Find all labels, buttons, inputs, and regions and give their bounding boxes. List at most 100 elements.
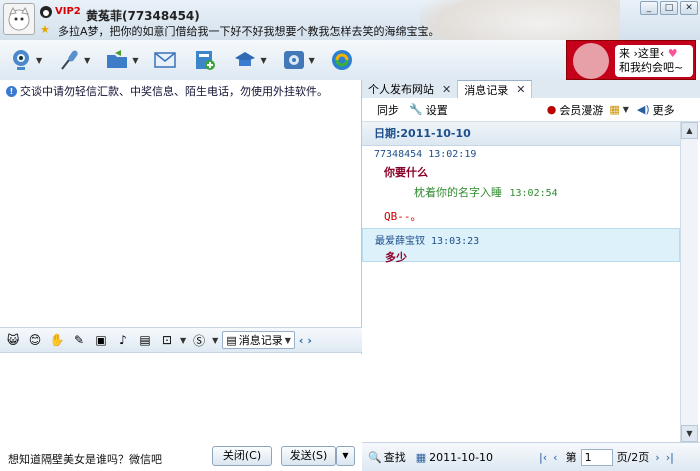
tab-personal-site[interactable]: 个人发布网站 ✕ [362, 80, 459, 98]
quick-reply-icon[interactable]: Ⓢ [190, 331, 208, 349]
info-icon: ! [6, 85, 17, 97]
close-window-button[interactable]: ✕ [680, 1, 698, 15]
calendar-icon: ▦ [415, 450, 427, 464]
title-bar: VIP2 黄菟菲(77348454) ★ 多拉A梦，把你的如意门借给我一下好不好… [0, 0, 700, 60]
close-button[interactable]: 关闭(C) [212, 446, 272, 466]
history-list[interactable]: 日期:2011-10-10 77348454 13:02:19 你要什么 枕着你… [362, 122, 680, 442]
add-contact-tool[interactable] [192, 47, 218, 73]
message-item-selected[interactable]: 最爱薛宝钗 13:03:23 多少 [362, 228, 680, 264]
chevron-down-icon[interactable]: ▼ [212, 336, 218, 345]
settings-label: 设置 [425, 103, 448, 117]
chevron-right-icon[interactable]: › [307, 334, 312, 347]
avatar[interactable] [3, 3, 35, 35]
record-icon: ▤ [226, 333, 237, 347]
history-scrollbar[interactable]: ▲ ▼ [680, 122, 698, 442]
scroll-down-icon[interactable]: ▼ [681, 425, 698, 442]
message-input[interactable] [0, 354, 362, 442]
settings-icon [281, 47, 307, 73]
settings-button[interactable]: 🔧 设置 [409, 102, 448, 118]
app-tool[interactable]: ▼ [281, 47, 315, 73]
page-number-input[interactable]: 1 [580, 448, 613, 466]
minimize-button[interactable]: _ [640, 1, 658, 15]
font-icon[interactable]: ✎ [70, 331, 88, 349]
first-page-icon[interactable]: |‹ [539, 451, 547, 464]
screenshot-icon[interactable]: ▣ [92, 331, 110, 349]
browser-tool[interactable] [329, 47, 355, 73]
emoticon-icon[interactable]: 😺 [4, 331, 22, 349]
scroll-up-icon[interactable]: ▲ [681, 122, 698, 139]
chevron-down-icon[interactable]: ▼ [84, 56, 90, 65]
cat-avatar-icon [8, 6, 30, 31]
message-time: 13:02:19 [428, 149, 477, 160]
next-page-icon[interactable]: › [655, 451, 659, 464]
export-button[interactable]: ▦ ▼ [609, 103, 629, 116]
message-item[interactable]: QB--。 [362, 200, 680, 224]
message-header: 77348454 13:02:19 [362, 149, 680, 160]
history-toolbar: 同步 🔧 设置 ● 会员漫游 ▦ ▼ ◀) 更多 [362, 98, 700, 122]
send-screen-icon[interactable]: ⊡ [158, 331, 176, 349]
page-total: 页/2页 [616, 451, 650, 464]
ad-figure-image [573, 43, 609, 79]
mail-tool[interactable] [152, 47, 178, 73]
date-value: 2011-10-10 [429, 450, 494, 464]
search-label: 查找 [383, 451, 406, 464]
side-tabs: 个人发布网站 ✕ 消息记录 ✕ [362, 80, 700, 98]
chevron-left-icon[interactable]: ‹ [299, 334, 304, 347]
music-icon[interactable]: ♪ [114, 331, 132, 349]
message-item[interactable]: 枕着你的名字入睡 13:02:54 [362, 180, 680, 200]
microphone-icon [56, 47, 82, 73]
date-picker[interactable]: ▦ 2011-10-10 [416, 451, 493, 464]
close-icon[interactable]: ✕ [442, 83, 451, 96]
ad-banner[interactable]: 来 ›这里‹ ♥ 和我约会吧~ [566, 40, 696, 80]
qq-penguin-icon [40, 6, 52, 18]
message-text-line: 枕着你的名字入睡 13:02:54 [362, 184, 680, 200]
last-page-icon[interactable]: ›| [666, 451, 674, 464]
roaming-button[interactable]: ● 会员漫游 [547, 102, 604, 118]
magic-icon[interactable]: ✋ [48, 331, 66, 349]
browser-icon [329, 47, 355, 73]
text-ad-link[interactable]: 想知道隔壁美女是谁吗？微信吧 [8, 451, 162, 467]
send-button[interactable]: 发送(S) [281, 446, 336, 466]
warning-text: 交谈中请勿轻信汇款、中奖信息、陌生电话，勿使用外挂软件。 [20, 85, 328, 98]
export-icon: ▦ [609, 103, 620, 116]
send-options-button[interactable]: ▼ [336, 446, 355, 466]
sync-label: 同步 [377, 103, 399, 117]
message-text: 你要什么 [384, 166, 428, 179]
vip-badge: VIP2 [55, 6, 81, 17]
message-sender: 最爱薛宝钗 [375, 236, 425, 247]
maximize-button[interactable]: □ [660, 1, 678, 15]
message-header: 最爱薛宝钗 13:03:23 [363, 229, 679, 247]
tab-label: 消息记录 [464, 83, 509, 97]
message-text: QB--。 [384, 210, 422, 223]
chevron-down-icon[interactable]: ▼ [36, 56, 42, 65]
hat-tool[interactable]: ▼ [232, 47, 267, 73]
chevron-down-icon: ▼ [622, 105, 629, 114]
tab-message-record[interactable]: 消息记录 ✕ [458, 80, 533, 98]
more-button[interactable]: ◀) 更多 [637, 102, 675, 118]
chevron-down-icon[interactable]: ▼ [132, 56, 138, 65]
chevron-down-icon[interactable]: ▼ [309, 56, 315, 65]
more-label: 更多 [652, 103, 675, 117]
prev-page-icon[interactable]: ‹ [553, 451, 557, 464]
tab-label: 个人发布网站 [368, 83, 434, 96]
contact-signature: 多拉A梦，把你的如意门借给我一下好不好我想要个教我怎样去笑的海绵宝宝。 [58, 25, 440, 38]
message-record-button[interactable]: ▤ 消息记录 ▼ [222, 331, 295, 349]
search-button[interactable]: 🔍 查找 [368, 449, 406, 465]
chevron-down-icon[interactable]: ▼ [260, 56, 266, 65]
chevron-down-icon[interactable]: ▼ [180, 336, 186, 345]
message-text: 多少 [385, 251, 407, 264]
sync-button[interactable]: 同步 [377, 102, 399, 118]
image-icon[interactable]: ▤ [136, 331, 154, 349]
message-time: 13:02:54 [509, 188, 558, 199]
voice-tool[interactable]: ▼ [56, 47, 90, 73]
ad-line-2: 和我约会吧~ [619, 61, 684, 74]
close-icon[interactable]: ✕ [516, 83, 525, 96]
smiley-icon[interactable]: 😊 [26, 331, 44, 349]
file-transfer-tool[interactable]: ▼ [104, 47, 138, 73]
message-item[interactable]: 77348454 13:02:19 你要什么 [362, 146, 680, 180]
hat-icon [232, 47, 258, 73]
send-bar: 想知道隔壁美女是谁吗？微信吧 关闭(C) 发送(S) ▼ [0, 442, 362, 471]
date-header: 日期:2011-10-10 [362, 122, 680, 146]
video-tool[interactable]: ▼ [8, 47, 42, 73]
page-label: 第 [565, 451, 577, 464]
